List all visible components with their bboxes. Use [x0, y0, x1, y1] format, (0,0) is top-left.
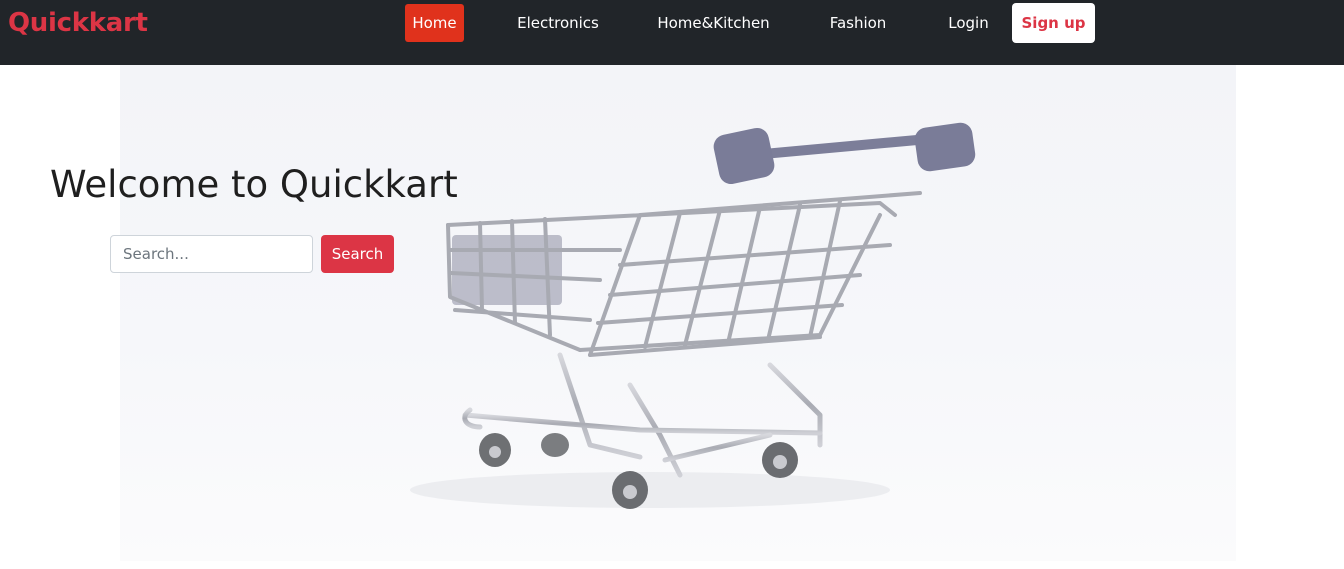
- navbar: Quickkart Home Electronics Home&Kitchen …: [0, 0, 1344, 65]
- brand-logo[interactable]: Quickkart: [8, 8, 148, 38]
- signup-button[interactable]: Sign up: [1012, 3, 1095, 43]
- search-input[interactable]: [110, 235, 313, 273]
- nav-item-electronics[interactable]: Electronics: [508, 4, 608, 42]
- nav-item-fashion[interactable]: Fashion: [820, 4, 896, 42]
- search-button[interactable]: Search: [321, 235, 394, 273]
- hero-banner: [120, 65, 1236, 561]
- page-title: Welcome to Quickkart: [50, 163, 458, 206]
- nav-item-login[interactable]: Login: [938, 4, 999, 42]
- nav-item-home[interactable]: Home: [405, 4, 464, 42]
- shopping-cart-image: [410, 122, 976, 509]
- nav-item-home-kitchen[interactable]: Home&Kitchen: [648, 4, 779, 42]
